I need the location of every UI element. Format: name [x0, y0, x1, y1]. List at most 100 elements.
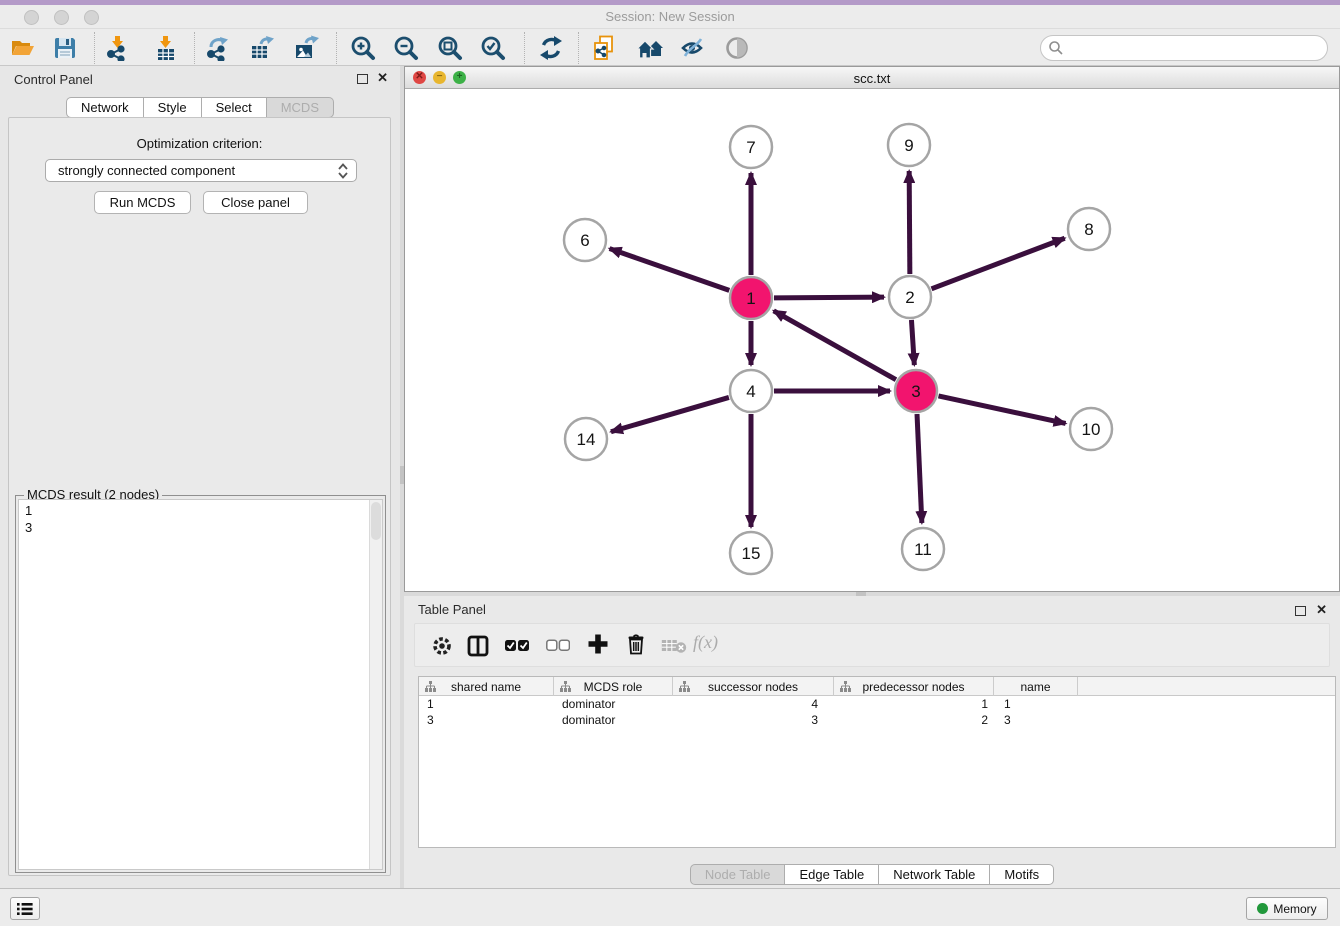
optimization-criterion-select[interactable]: strongly connected component	[45, 159, 357, 182]
table-toolbar: f(x)	[414, 623, 1330, 667]
node-table-header: shared name MCDS role successor nodes prede…	[419, 677, 1335, 696]
graph-node-label-2: 2	[905, 288, 914, 307]
tab-edge-table[interactable]: Edge Table	[785, 864, 879, 885]
deselect-all-checkboxes-icon[interactable]	[546, 639, 570, 657]
tab-select[interactable]: Select	[202, 97, 267, 118]
memory-label: Memory	[1273, 902, 1316, 916]
close-panel-button[interactable]: Close panel	[203, 191, 308, 214]
close-panel-icon[interactable]: ✕	[377, 70, 388, 86]
optimization-criterion-value: strongly connected component	[58, 163, 235, 178]
column-header-label: successor nodes	[708, 680, 798, 694]
column-header-label: MCDS role	[584, 680, 643, 694]
table-cell: 3	[419, 712, 554, 728]
show-eye-icon[interactable]	[724, 35, 750, 61]
edge-4-to-14[interactable]	[611, 397, 729, 431]
open-session-icon[interactable]	[10, 35, 36, 61]
table-cell: 1	[994, 696, 1078, 712]
split-view-icon[interactable]	[467, 635, 489, 662]
tab-network[interactable]: Network	[66, 97, 144, 118]
node-table-body: 1dominator4113dominator323	[419, 696, 1335, 728]
zoom-in-icon[interactable]	[350, 35, 376, 61]
network-title: scc.txt	[405, 71, 1339, 86]
memory-button[interactable]: Memory	[1246, 897, 1328, 920]
tab-node-table[interactable]: Node Table	[690, 864, 786, 885]
float-table-panel-icon[interactable]	[1295, 606, 1306, 616]
graph-node-label-15: 15	[742, 544, 761, 563]
edge-3-to-1[interactable]	[774, 311, 896, 380]
table-cell: dominator	[554, 696, 673, 712]
add-column-icon[interactable]	[587, 633, 609, 660]
node-table: shared name MCDS role successor nodes prede…	[418, 676, 1336, 848]
import-network-icon[interactable]	[104, 35, 130, 61]
toolbar-separator	[524, 32, 525, 64]
control-panel-title: Control Panel	[14, 72, 93, 87]
table-cell: 1	[834, 696, 994, 712]
graph-node-label-8: 8	[1084, 220, 1093, 239]
float-panel-icon[interactable]	[357, 74, 368, 84]
toolbar-separator	[336, 32, 337, 64]
graph-node-label-11: 11	[914, 540, 932, 559]
edge-3-to-10[interactable]	[938, 396, 1065, 424]
close-table-panel-icon[interactable]: ✕	[1316, 602, 1327, 618]
graph-node-label-4: 4	[746, 382, 755, 401]
column-header-predecessor-nodes[interactable]: predecessor nodes	[834, 677, 994, 696]
task-history-button[interactable]	[10, 897, 40, 920]
tab-mcds[interactable]: MCDS	[267, 97, 334, 118]
zoom-fit-icon[interactable]	[437, 35, 463, 61]
export-table-icon[interactable]	[249, 35, 275, 61]
optimization-criterion-label: Optimization criterion:	[9, 136, 390, 151]
delete-trash-icon[interactable]	[625, 633, 647, 660]
result-scrollbar-thumb[interactable]	[371, 502, 381, 540]
toolbar-separator	[194, 32, 195, 64]
mcds-result-lines: 13	[25, 502, 32, 536]
list-icon	[17, 902, 33, 916]
edge-2-to-8[interactable]	[932, 238, 1065, 289]
edge-1-to-6[interactable]	[610, 249, 730, 291]
table-row[interactable]: 1dominator411	[419, 696, 1335, 712]
column-header-MCDS-role[interactable]: MCDS role	[554, 677, 673, 696]
edge-2-to-9[interactable]	[909, 171, 910, 274]
network-window-titlebar[interactable]: ✕ − + scc.txt	[405, 67, 1339, 89]
table-panel: Table Panel ✕ f(x)	[404, 596, 1340, 888]
status-bar: Memory	[0, 888, 1340, 926]
column-header-label: name	[1020, 680, 1050, 694]
home-icon[interactable]	[636, 35, 662, 61]
settings-gear-icon[interactable]	[431, 635, 453, 662]
mcds-result-line: 1	[25, 502, 32, 519]
edge-3-to-11[interactable]	[917, 414, 922, 523]
hide-graphics-details-icon[interactable]	[679, 35, 705, 61]
mcds-result-area[interactable]: 13	[18, 499, 383, 870]
window-title: Session: New Session	[0, 9, 1340, 24]
hierarchy-icon	[840, 681, 851, 695]
save-session-icon[interactable]	[52, 35, 78, 61]
select-all-checkboxes-icon[interactable]	[505, 639, 529, 657]
export-image-icon[interactable]	[293, 35, 319, 61]
zoom-out-icon[interactable]	[393, 35, 419, 61]
run-mcds-button[interactable]: Run MCDS	[94, 191, 191, 214]
edge-2-to-3[interactable]	[911, 320, 914, 365]
edge-1-to-2[interactable]	[774, 297, 884, 298]
column-header-successor-nodes[interactable]: successor nodes	[673, 677, 834, 696]
export-network-icon[interactable]	[205, 35, 231, 61]
function-builder-icon[interactable]: f(x)	[693, 632, 718, 653]
delete-table-icon[interactable]	[661, 638, 687, 659]
column-header-label: shared name	[451, 680, 521, 694]
refresh-icon[interactable]	[538, 35, 564, 61]
column-header-shared-name[interactable]: shared name	[419, 677, 554, 696]
table-cell: 4	[673, 696, 834, 712]
result-scrollbar[interactable]	[369, 500, 382, 869]
tab-style[interactable]: Style	[144, 97, 202, 118]
graph-node-label-6: 6	[580, 231, 589, 250]
graph-node-label-9: 9	[904, 136, 913, 155]
network-from-file-icon[interactable]	[592, 35, 618, 61]
mcds-panel-body: Optimization criterion: strongly connect…	[8, 117, 391, 876]
search-input[interactable]	[1040, 35, 1328, 61]
import-table-icon[interactable]	[152, 35, 178, 61]
table-row[interactable]: 3dominator323	[419, 712, 1335, 728]
tab-motifs[interactable]: Motifs	[990, 864, 1054, 885]
column-header-name[interactable]: name	[994, 677, 1078, 696]
zoom-selected-icon[interactable]	[480, 35, 506, 61]
application-window: Session: New Session	[0, 0, 1340, 926]
network-canvas[interactable]: 7968124314101511	[405, 89, 1339, 591]
tab-network-table[interactable]: Network Table	[879, 864, 990, 885]
